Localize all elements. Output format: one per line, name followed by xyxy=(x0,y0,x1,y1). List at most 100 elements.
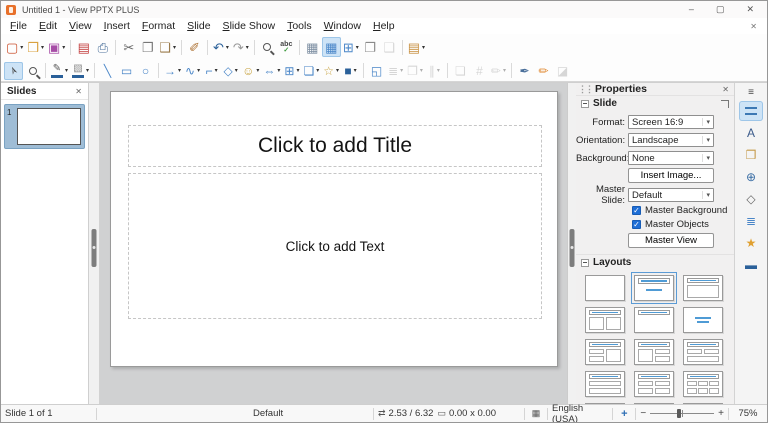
export-pdf-button[interactable]: ▤ xyxy=(74,37,93,57)
clone-formatting-button[interactable]: ✐ xyxy=(185,37,204,57)
ellipse-button[interactable]: ○ xyxy=(136,62,155,80)
dropdown-arrow-icon[interactable]: ▾ xyxy=(235,67,238,74)
dropdown-arrow-icon[interactable]: ▾ xyxy=(41,44,44,51)
layout-content-2content[interactable] xyxy=(634,339,674,365)
layout-title-only[interactable] xyxy=(634,307,674,333)
dropdown-arrow-icon[interactable]: ▾ xyxy=(356,44,359,51)
zoom-value[interactable]: 75% xyxy=(729,405,767,422)
line-color-button[interactable]: ✎ ▾ xyxy=(49,62,70,80)
flowchart-shapes-button[interactable]: ⊞ ▾ xyxy=(282,62,301,80)
menu-view[interactable]: View xyxy=(63,19,98,33)
layout-title-content[interactable] xyxy=(683,275,723,301)
rotate-button[interactable]: ◱ xyxy=(367,62,386,80)
title-placeholder[interactable]: Click to add Title xyxy=(128,125,542,167)
dropdown-arrow-icon[interactable]: ▾ xyxy=(226,44,229,51)
layout-content-over-content[interactable] xyxy=(585,371,625,397)
dropdown-arrow-icon[interactable]: ▾ xyxy=(420,67,423,74)
zoom-slider[interactable]: − + xyxy=(636,408,728,419)
checkbox-checked-icon[interactable]: ✓ xyxy=(632,220,641,229)
3d-objects-button[interactable]: ■ ▾ xyxy=(341,62,360,80)
minimize-button[interactable]: – xyxy=(689,4,694,15)
edit-points-button[interactable]: ✒ xyxy=(515,62,534,80)
duplicate-slide-button[interactable]: ❐ xyxy=(361,37,380,57)
dropdown-arrow-icon[interactable]: ▾ xyxy=(336,67,339,74)
menu-window[interactable]: Window xyxy=(318,19,367,33)
fit-slide-icon[interactable]: + xyxy=(613,405,635,422)
callout-shapes-button[interactable]: ❏ ▾ xyxy=(302,62,322,80)
layouts-section-header[interactable]: Layouts xyxy=(576,254,734,270)
insert-line-button[interactable]: ╲ xyxy=(98,62,117,80)
master-slides-tab[interactable]: ▬ xyxy=(739,255,763,275)
display-grid-button[interactable]: ▦ xyxy=(303,37,322,57)
block-arrows-button[interactable]: ⇔ ▾ xyxy=(261,62,282,80)
menu-slide-show[interactable]: Slide Show xyxy=(217,19,282,33)
shapes-tab[interactable]: ◇ xyxy=(739,189,763,209)
dropdown-arrow-icon[interactable]: ▾ xyxy=(437,67,440,74)
slide-properties-button[interactable]: ▤ ▾ xyxy=(406,37,427,57)
insert-table-button[interactable]: ⊞ ▾ xyxy=(341,37,361,57)
spelling-button[interactable]: abc ✓ xyxy=(277,37,296,57)
find-and-replace-button[interactable] xyxy=(258,37,277,57)
stars-and-banners-button[interactable]: ☆ ▾ xyxy=(321,62,341,80)
zoom-out-icon[interactable]: − xyxy=(640,408,646,419)
glue-points-button[interactable]: ✏ xyxy=(534,62,553,80)
properties-tab[interactable] xyxy=(739,101,763,121)
rectangle-button[interactable]: ▭ xyxy=(117,62,136,80)
dropdown-arrow-icon[interactable]: ▾ xyxy=(354,67,357,74)
dropdown-arrow-icon[interactable]: ▾ xyxy=(277,67,280,74)
menu-tools[interactable]: Tools xyxy=(281,19,318,33)
dropdown-arrow-icon[interactable]: ▾ xyxy=(400,67,403,74)
menu-format[interactable]: Format xyxy=(136,19,181,33)
dropdown-arrow-icon[interactable]: ▾ xyxy=(316,67,319,74)
left-panel-splitter[interactable] xyxy=(89,83,100,404)
menu-slide[interactable]: Slide xyxy=(181,19,216,33)
gallery-tab[interactable]: ❒ xyxy=(739,145,763,165)
undo-button[interactable]: ↶ ▾ xyxy=(211,37,231,57)
dropdown-arrow-icon[interactable]: ▾ xyxy=(246,44,249,51)
layout-centered-text[interactable] xyxy=(683,307,723,333)
master-slide-status[interactable]: Default xyxy=(97,405,373,422)
dropdown-arrow-icon[interactable]: ▾ xyxy=(65,67,68,74)
layout-title-4content[interactable] xyxy=(634,371,674,397)
master-slide-dropdown[interactable]: Default ▾ xyxy=(628,188,714,202)
lines-and-arrows-button[interactable]: → ▾ xyxy=(162,62,183,80)
zoom-slider-track[interactable] xyxy=(650,409,715,418)
symbol-shapes-button[interactable]: ☺ ▾ xyxy=(240,62,261,80)
insert-image-button[interactable]: Insert Image... xyxy=(628,168,714,183)
dropdown-arrow-icon[interactable]: ▾ xyxy=(86,67,89,74)
dropdown-arrow-icon[interactable]: ▾ xyxy=(256,67,259,74)
fill-color-button[interactable]: ▧ ▾ xyxy=(70,62,91,80)
snap-to-grid-button[interactable]: ▦ xyxy=(321,37,341,57)
curves-and-polygons-button[interactable]: ∿ ▾ xyxy=(183,62,202,80)
save-status[interactable]: ▦ xyxy=(525,405,547,422)
zoom-and-pan-button[interactable] xyxy=(23,62,42,80)
dropdown-arrow-icon[interactable]: ▾ xyxy=(173,44,176,51)
close-button[interactable]: ✕ xyxy=(746,4,754,15)
dropdown-arrow-icon[interactable]: ▾ xyxy=(178,67,181,74)
splitter-handle[interactable] xyxy=(91,229,97,267)
background-dropdown[interactable]: None ▾ xyxy=(628,151,714,165)
format-dropdown[interactable]: Screen 16:9 ▾ xyxy=(628,115,714,129)
save-button[interactable]: ▣ ▾ xyxy=(46,37,67,57)
new-presentation-button[interactable]: ▢ ▾ xyxy=(4,37,25,57)
menu-insert[interactable]: Insert xyxy=(98,19,136,33)
collapse-icon[interactable] xyxy=(581,99,589,108)
dropdown-arrow-icon[interactable]: ▾ xyxy=(197,67,200,74)
splitter-handle[interactable] xyxy=(569,229,575,267)
menu-file[interactable]: File xyxy=(4,19,33,33)
more-options-icon[interactable] xyxy=(721,99,729,108)
dropdown-arrow-icon[interactable]: ▾ xyxy=(422,44,425,51)
dropdown-arrow-icon[interactable]: ▾ xyxy=(215,67,218,74)
zoom-in-icon[interactable]: + xyxy=(718,408,724,419)
master-background-checkbox-row[interactable]: ✓ Master Background xyxy=(632,205,734,216)
redo-button[interactable]: ↷ ▾ xyxy=(231,37,251,57)
slide-thumbnail[interactable]: 1 xyxy=(5,105,84,148)
open-button[interactable]: ❒ ▾ xyxy=(25,37,46,57)
sidebar-settings-icon[interactable]: ≡ xyxy=(739,85,763,99)
slides-panel-close-icon[interactable]: ✕ xyxy=(75,87,82,96)
text-placeholder[interactable]: Click to add Text xyxy=(128,173,542,319)
sidebar-close-icon[interactable]: ✕ xyxy=(722,85,729,94)
layout-title-slide[interactable] xyxy=(631,272,677,304)
dropdown-arrow-icon[interactable]: ▾ xyxy=(62,44,65,51)
layout-2content-content[interactable] xyxy=(585,339,625,365)
